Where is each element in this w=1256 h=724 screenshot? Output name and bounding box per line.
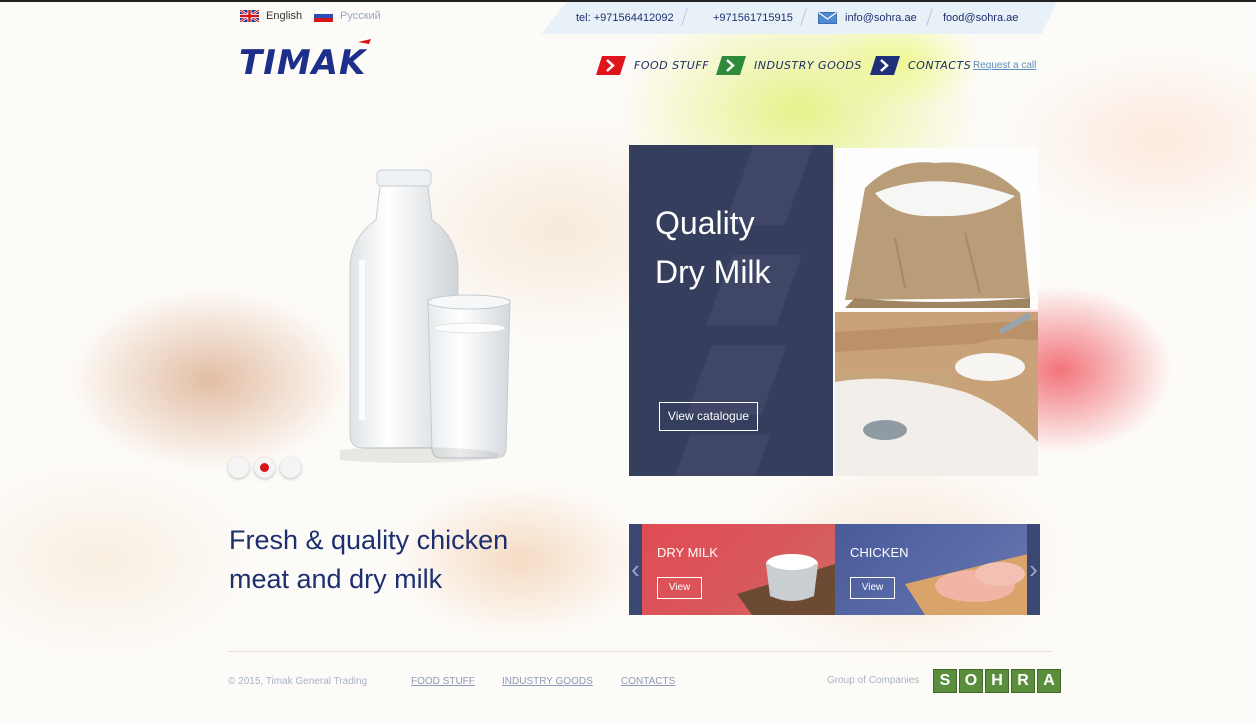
sohra-letter: O	[959, 669, 983, 693]
arrow-badge-icon	[870, 56, 900, 75]
card-chicken[interactable]: CHICKEN View	[835, 524, 1028, 615]
slider-dot-active[interactable]	[254, 457, 275, 478]
email-food[interactable]: food@sohra.ae	[943, 12, 1018, 24]
lang-english-label: English	[266, 10, 303, 22]
nav-industry-goods[interactable]: Industry goods	[716, 56, 862, 75]
view-catalogue-button[interactable]: View catalogue	[659, 402, 758, 431]
logo-text: TIMAK	[239, 43, 368, 80]
background	[0, 0, 1256, 724]
flour-scoop-photo	[835, 312, 1038, 476]
feature-panel: Quality Dry Milk View catalogue	[629, 145, 833, 476]
sohra-logo[interactable]: S O H R A	[933, 669, 1061, 693]
lang-russian-label: Русский	[340, 10, 381, 22]
card-chicken-view-button[interactable]: View	[850, 577, 895, 599]
top-border	[0, 0, 1256, 2]
group-of-companies-label: Group of Companies	[827, 675, 920, 686]
copyright: © 2015, Timak General Trading	[228, 676, 368, 687]
chevron-right-icon[interactable]: ›	[1027, 524, 1040, 615]
tagline: Fresh & quality chicken meat and dry mil…	[229, 525, 509, 594]
phone-primary[interactable]: tel: +971564412092	[576, 12, 674, 24]
sohra-letter: H	[985, 669, 1009, 693]
mail-icon	[818, 12, 837, 24]
arrow-badge-icon	[716, 56, 746, 75]
feature-title: Quality Dry Milk	[655, 205, 771, 290]
nav-food-stuff-label: Food stuff	[634, 59, 710, 72]
request-call-link[interactable]: Request a call	[973, 60, 1036, 71]
arrow-badge-icon	[596, 56, 626, 75]
uk-flag-icon	[240, 10, 259, 22]
russia-flag-icon	[314, 10, 333, 22]
nav-contacts-label: Contacts	[908, 59, 972, 72]
nav-food-stuff[interactable]: Food stuff	[596, 56, 709, 75]
card-dry-milk-title: DRY MILK	[657, 545, 718, 560]
footer-link-food-stuff[interactable]: FOOD STUFF	[411, 676, 475, 687]
card-dry-milk[interactable]: DRY MILK View	[642, 524, 835, 615]
milk-bottle-image	[340, 169, 511, 463]
card-chicken-title: CHICKEN	[850, 545, 909, 560]
email-info[interactable]: info@sohra.ae	[845, 12, 917, 24]
card-dry-milk-view-button[interactable]: View	[657, 577, 702, 599]
sohra-letter: R	[1011, 669, 1035, 693]
footer-link-contacts[interactable]: CONTACTS	[621, 676, 675, 687]
sohra-letter: A	[1037, 669, 1061, 693]
flour-sack-photo	[835, 148, 1038, 310]
lang-english[interactable]: English	[240, 10, 302, 22]
footer-link-industry-goods[interactable]: INDUSTRY GOODS	[502, 676, 593, 687]
sohra-letter: S	[933, 669, 957, 693]
slider-dots	[228, 457, 301, 478]
phone-secondary[interactable]: +971561715915	[713, 12, 793, 24]
nav-contacts[interactable]: Contacts	[870, 56, 971, 75]
nav-industry-goods-label: Industry goods	[754, 59, 862, 72]
chevron-left-icon[interactable]: ‹	[629, 524, 642, 615]
footer-divider	[228, 651, 1052, 652]
slider-dot[interactable]	[228, 457, 249, 478]
slider-dot[interactable]	[280, 457, 301, 478]
timak-logo[interactable]: TIMAK	[239, 36, 429, 80]
lang-russian[interactable]: Русский	[314, 10, 381, 22]
product-carousel: ‹ DRY MILK View CHICKEN View ›	[629, 524, 1040, 615]
